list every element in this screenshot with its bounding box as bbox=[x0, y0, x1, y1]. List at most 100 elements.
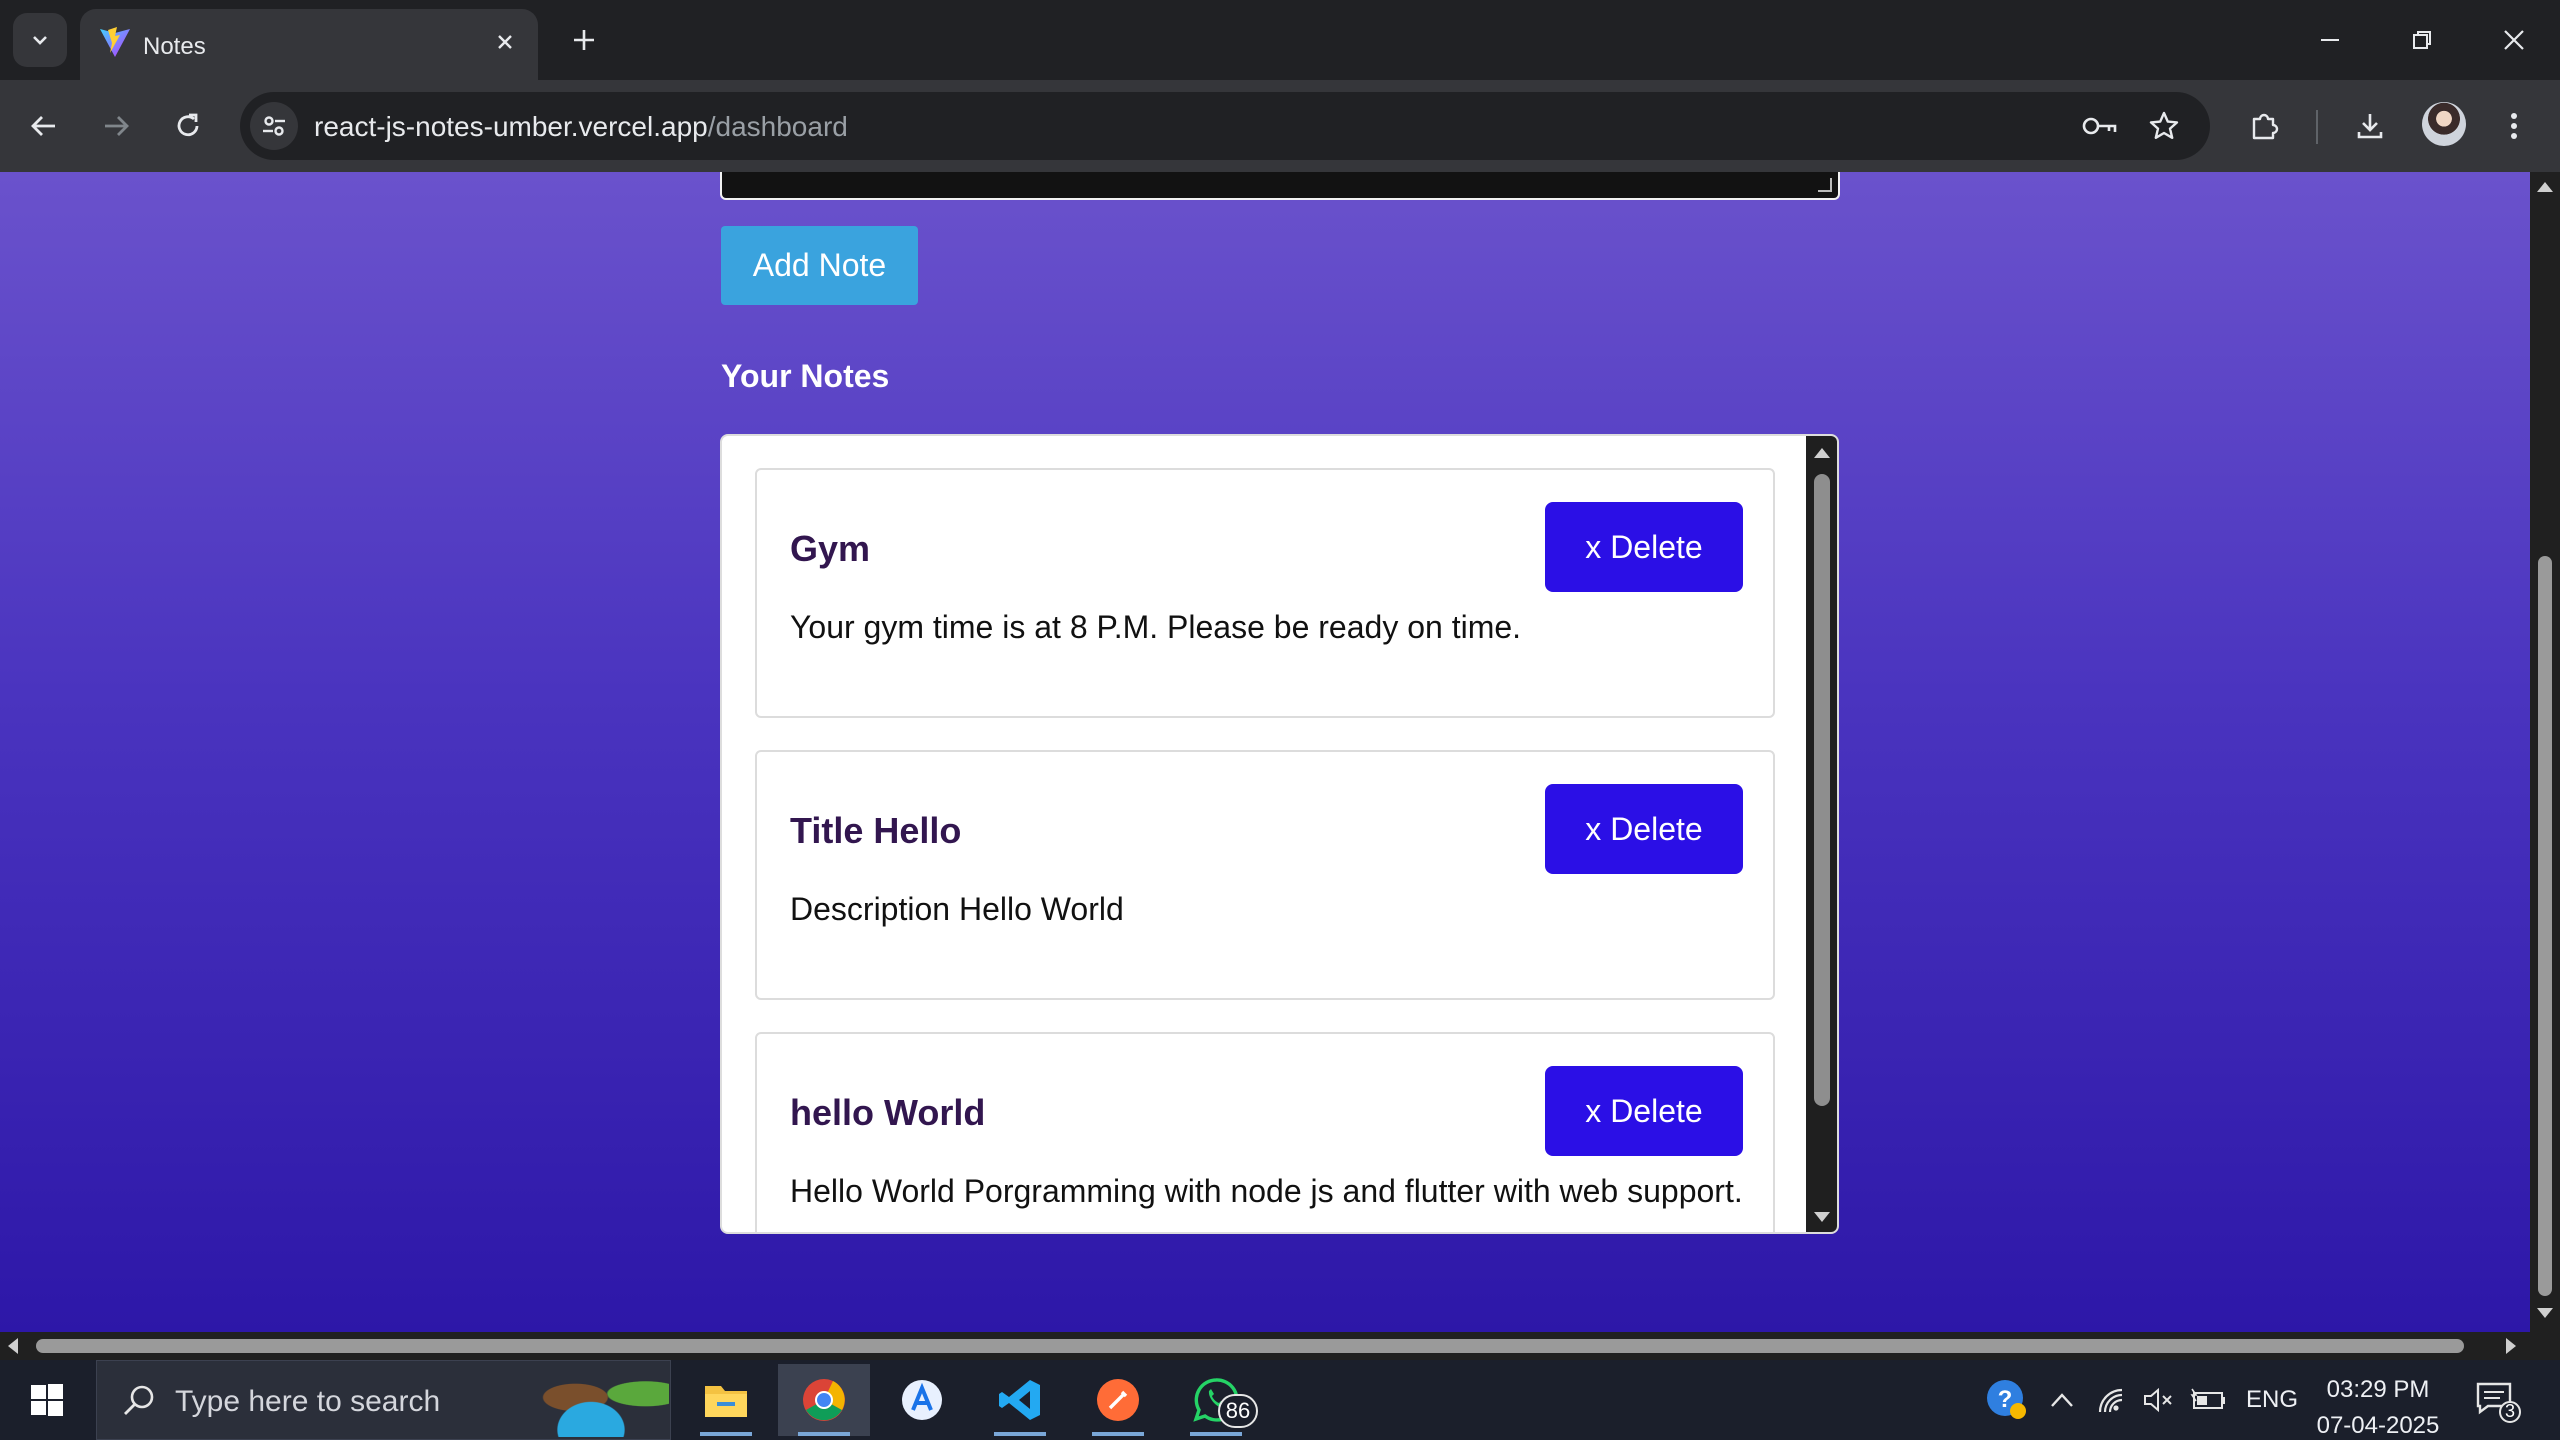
start-button[interactable] bbox=[20, 1378, 74, 1422]
speaker-muted-icon[interactable] bbox=[2140, 1382, 2176, 1418]
delete-note-button[interactable]: x Delete bbox=[1545, 1066, 1743, 1156]
minimize-icon bbox=[2321, 39, 2339, 41]
back-button[interactable] bbox=[20, 102, 68, 150]
whatsapp-unread-badge: 86 bbox=[1218, 1394, 1258, 1428]
downloads-button[interactable] bbox=[2346, 102, 2394, 150]
restore-icon bbox=[2413, 31, 2431, 49]
delete-note-button[interactable]: x Delete bbox=[1545, 784, 1743, 874]
extensions-button[interactable] bbox=[2240, 102, 2288, 150]
browser-tab-strip: Notes bbox=[0, 0, 2560, 80]
wifi-icon[interactable] bbox=[2094, 1382, 2130, 1418]
clock-time: 03:29 PM bbox=[2326, 1376, 2430, 1403]
arrow-right-icon bbox=[105, 116, 129, 136]
arrow-left-icon bbox=[31, 116, 55, 136]
app-running-indicator bbox=[1190, 1432, 1242, 1436]
note-title: Title Hello bbox=[790, 810, 962, 851]
note-title: hello World bbox=[790, 1092, 986, 1133]
windows-logo-icon bbox=[31, 1384, 63, 1416]
plus-icon bbox=[574, 30, 594, 50]
note-description: Hello World Porgramming with node js and… bbox=[790, 1173, 1743, 1209]
note-description-textarea[interactable] bbox=[720, 172, 1840, 200]
app-running-indicator bbox=[1092, 1432, 1144, 1436]
app-running-indicator bbox=[994, 1432, 1046, 1436]
scroll-right-arrow-icon[interactable] bbox=[2506, 1338, 2516, 1354]
url-path: /dashboard bbox=[707, 111, 848, 142]
postman-app[interactable] bbox=[1072, 1364, 1164, 1436]
page-horizontal-scrollbar[interactable] bbox=[0, 1332, 2530, 1360]
note-card: hello World x Delete Hello World Porgram… bbox=[755, 1032, 1775, 1232]
tab-title: Notes bbox=[143, 33, 206, 60]
password-key-icon[interactable] bbox=[2076, 102, 2124, 150]
url-text: react-js-notes-umber.vercel.app/dashboar… bbox=[314, 111, 848, 143]
app-running-indicator bbox=[700, 1432, 752, 1436]
bookmark-star-icon[interactable] bbox=[2140, 102, 2188, 150]
chrome-icon bbox=[803, 1379, 845, 1421]
notes-panel: Gym x Delete Your gym time is at 8 P.M. … bbox=[720, 434, 1839, 1234]
scroll-up-arrow-icon[interactable] bbox=[1814, 448, 1830, 458]
search-placeholder: Type here to search bbox=[175, 1385, 441, 1418]
tab-search-button[interactable] bbox=[13, 13, 67, 67]
page-hscrollbar-thumb[interactable] bbox=[36, 1339, 2464, 1353]
site-info-icon[interactable] bbox=[250, 102, 298, 150]
windows-taskbar: Type here to search 86 ? ENG 03:29 PM 07… bbox=[0, 1360, 2560, 1440]
search-highlight-image bbox=[513, 1365, 669, 1437]
delete-note-button[interactable]: x Delete bbox=[1545, 502, 1743, 592]
download-icon bbox=[2357, 114, 2383, 139]
chevron-up-icon[interactable] bbox=[2046, 1382, 2078, 1418]
restore-button[interactable] bbox=[2392, 14, 2452, 66]
menu-button[interactable] bbox=[2490, 102, 2538, 150]
notification-center-button[interactable]: 3 bbox=[2474, 1380, 2522, 1424]
resize-grip-icon[interactable] bbox=[1818, 178, 1832, 192]
profile-avatar[interactable] bbox=[2422, 102, 2466, 146]
input-language[interactable]: ENG bbox=[2246, 1386, 2298, 1414]
folder-icon bbox=[705, 1386, 747, 1417]
forward-button[interactable] bbox=[92, 102, 140, 150]
reload-button[interactable] bbox=[164, 102, 212, 150]
browser-toolbar: react-js-notes-umber.vercel.app/dashboar… bbox=[0, 80, 2560, 172]
app-store-app[interactable] bbox=[876, 1364, 968, 1436]
note-description: Description Hello World bbox=[790, 891, 1124, 927]
close-window-button[interactable] bbox=[2484, 14, 2544, 66]
scroll-left-arrow-icon[interactable] bbox=[8, 1338, 18, 1354]
postman-icon bbox=[1097, 1379, 1139, 1421]
file-explorer-app[interactable] bbox=[680, 1364, 772, 1436]
page-scrollbar-thumb[interactable] bbox=[2538, 556, 2552, 1296]
clock[interactable]: 03:29 PM 07-04-2025 bbox=[2316, 1372, 2440, 1440]
app-running-indicator bbox=[798, 1432, 850, 1436]
puzzle-icon bbox=[2252, 113, 2279, 140]
note-title: Gym bbox=[790, 528, 871, 569]
page-vertical-scrollbar[interactable] bbox=[2530, 172, 2560, 1332]
search-icon bbox=[124, 1385, 154, 1415]
add-note-button[interactable]: Add Note bbox=[721, 226, 918, 305]
help-icon[interactable]: ? bbox=[1984, 1380, 2030, 1419]
taskbar-search-box[interactable]: Type here to search bbox=[96, 1360, 671, 1440]
scroll-down-arrow-icon[interactable] bbox=[2537, 1308, 2553, 1318]
letter-a-app-icon bbox=[902, 1380, 942, 1420]
notification-count: 3 bbox=[2504, 1401, 2515, 1421]
chrome-app[interactable] bbox=[778, 1364, 870, 1436]
notes-scrollbar-thumb[interactable] bbox=[1814, 474, 1830, 1106]
scroll-up-arrow-icon[interactable] bbox=[2537, 182, 2553, 192]
note-description: Your gym time is at 8 P.M. Please be rea… bbox=[790, 609, 1522, 645]
scrollbar-corner bbox=[2530, 1332, 2560, 1360]
vite-logo-icon bbox=[100, 27, 130, 57]
notes-list: Gym x Delete Your gym time is at 8 P.M. … bbox=[722, 436, 1808, 1232]
toolbar-separator bbox=[2316, 110, 2318, 144]
vscode-app[interactable] bbox=[974, 1364, 1066, 1436]
scroll-down-arrow-icon[interactable] bbox=[1814, 1212, 1830, 1222]
svg-text:?: ? bbox=[1998, 1386, 2013, 1413]
page-viewport: Add Note Your Notes Gym x Delete Your gy… bbox=[0, 172, 2560, 1332]
kebab-menu-icon bbox=[2511, 113, 2517, 139]
close-icon bbox=[2504, 30, 2524, 50]
reload-icon bbox=[177, 113, 199, 137]
note-card: Gym x Delete Your gym time is at 8 P.M. … bbox=[755, 468, 1775, 718]
minimize-button[interactable] bbox=[2300, 14, 2360, 66]
vscode-icon bbox=[999, 1380, 1040, 1420]
new-tab-button[interactable] bbox=[566, 22, 602, 58]
address-bar[interactable]: react-js-notes-umber.vercel.app/dashboar… bbox=[240, 92, 2210, 160]
notes-scrollbar[interactable] bbox=[1806, 436, 1837, 1232]
tab-notes[interactable]: Notes bbox=[80, 9, 538, 80]
battery-charging-icon[interactable] bbox=[2188, 1382, 2228, 1418]
tab-close-icon[interactable] bbox=[490, 27, 520, 57]
note-card: Title Hello x Delete Description Hello W… bbox=[755, 750, 1775, 1000]
